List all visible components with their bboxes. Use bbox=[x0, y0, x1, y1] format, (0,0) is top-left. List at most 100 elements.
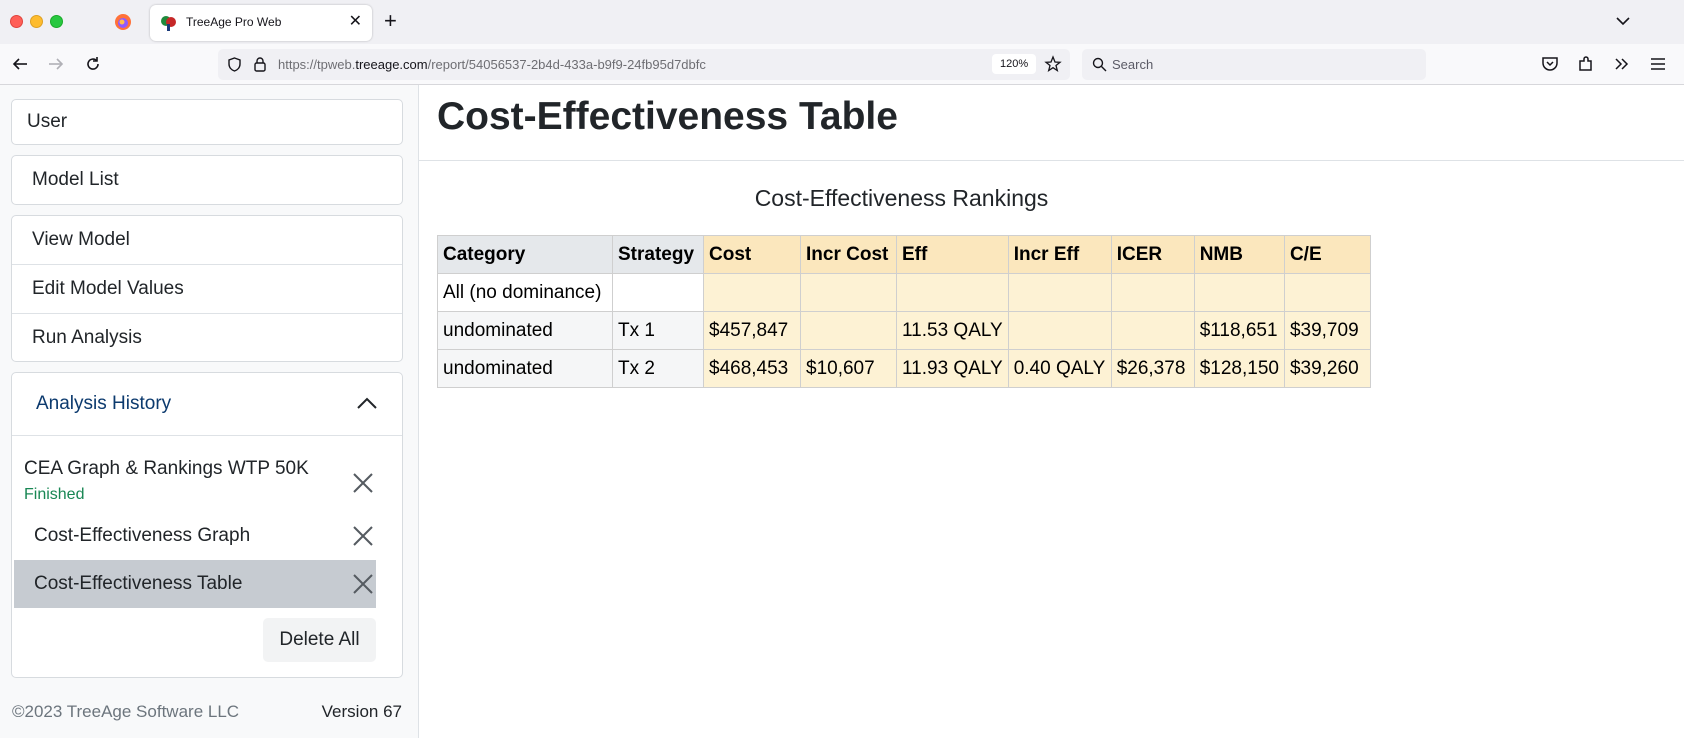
cell-nmb bbox=[1193, 273, 1285, 312]
reload-icon[interactable] bbox=[83, 54, 103, 74]
search-bar[interactable]: Search bbox=[1082, 49, 1426, 80]
cell-incr-cost bbox=[800, 273, 897, 312]
url-path: /report/54056537-2b4d-433a-b9f9-24fb95d7… bbox=[427, 57, 706, 72]
column-header-cost: Cost bbox=[703, 235, 801, 274]
page-title: Cost-Effectiveness Table bbox=[437, 95, 898, 138]
analysis-history-toggle[interactable]: Analysis History bbox=[12, 373, 402, 436]
cell-incr-eff: 0.40 QALY bbox=[1007, 349, 1112, 388]
column-header-strategy: Strategy bbox=[612, 235, 704, 274]
column-header-category: Category bbox=[437, 235, 613, 274]
url-text[interactable]: https://tpweb.treeage.com/report/5405653… bbox=[278, 57, 706, 72]
url-host: treeage.com bbox=[355, 57, 428, 72]
column-header-eff: Eff bbox=[896, 235, 1009, 274]
url-bar[interactable]: https://tpweb.treeage.com/report/5405653… bbox=[218, 49, 1070, 80]
bookmark-star-icon[interactable] bbox=[1044, 55, 1062, 73]
tab-treeage-pro-web[interactable]: TreeAge Pro Web ✕ bbox=[150, 5, 372, 41]
window-zoom-button[interactable] bbox=[50, 15, 63, 28]
table-row: undominated Tx 1 $457,847 11.53 QALY $11… bbox=[437, 311, 1371, 350]
zoom-level-button[interactable]: 120% bbox=[992, 54, 1037, 74]
url-scheme: https://tpweb. bbox=[278, 57, 356, 72]
column-header-incr-cost: Incr Cost bbox=[800, 235, 897, 274]
cell-eff: 11.93 QALY bbox=[896, 349, 1009, 388]
table-row: undominated Tx 2 $468,453 $10,607 11.93 … bbox=[437, 349, 1371, 388]
list-all-tabs-chevron-icon[interactable] bbox=[1614, 12, 1632, 30]
cell-cost: $468,453 bbox=[703, 349, 801, 388]
column-header-icer: ICER bbox=[1110, 235, 1195, 274]
tracking-protection-shield-icon[interactable] bbox=[226, 56, 243, 73]
delete-all-button[interactable]: Delete All bbox=[263, 618, 376, 662]
copyright-text: ©2023 TreeAge Software LLC bbox=[12, 702, 240, 721]
report-item-label: Cost-Effectiveness Table bbox=[34, 573, 243, 594]
cost-effectiveness-table: Category Strategy Cost Incr Cost Eff Inc… bbox=[437, 235, 1371, 388]
table-caption: Cost-Effectiveness Rankings bbox=[754, 185, 1049, 211]
forward-arrow-icon[interactable] bbox=[46, 54, 66, 74]
window-close-button[interactable] bbox=[10, 15, 23, 28]
cell-eff: 11.53 QALY bbox=[896, 311, 1009, 350]
table-header-row: Category Strategy Cost Incr Cost Eff Inc… bbox=[437, 235, 1371, 274]
cell-cost bbox=[703, 273, 801, 312]
cell-strategy: Tx 1 bbox=[612, 311, 704, 350]
tab-title: TreeAge Pro Web bbox=[186, 15, 282, 29]
treeage-favicon-icon bbox=[161, 16, 176, 31]
edit-model-values-link[interactable]: Edit Model Values bbox=[12, 265, 402, 314]
cell-incr-eff bbox=[1007, 311, 1112, 350]
cell-cost: $457,847 bbox=[703, 311, 801, 350]
delete-run-x-icon[interactable] bbox=[352, 472, 374, 494]
model-menu-card: View Model Edit Model Values Run Analysi… bbox=[11, 215, 403, 362]
cell-ce: $39,709 bbox=[1283, 311, 1371, 350]
cell-ce bbox=[1283, 273, 1371, 312]
extensions-puzzle-icon[interactable] bbox=[1576, 54, 1596, 74]
table-row: All (no dominance) bbox=[437, 273, 1371, 312]
cell-nmb: $118,651 bbox=[1193, 311, 1285, 350]
more-tools-chevrons-icon[interactable] bbox=[1612, 54, 1632, 74]
column-header-nmb: NMB bbox=[1193, 235, 1285, 274]
new-tab-icon[interactable]: + bbox=[384, 10, 397, 32]
analysis-run-status: Finished bbox=[24, 486, 85, 503]
report-item-label: Cost-Effectiveness Graph bbox=[34, 525, 251, 546]
back-arrow-icon[interactable] bbox=[10, 54, 30, 74]
cell-strategy bbox=[612, 273, 704, 312]
cell-nmb: $128,150 bbox=[1193, 349, 1285, 388]
window-minimize-button[interactable] bbox=[30, 15, 43, 28]
cell-eff bbox=[896, 273, 1009, 312]
report-item-cost-effectiveness-table[interactable]: Cost-Effectiveness Table bbox=[14, 560, 376, 608]
cell-incr-cost: $10,607 bbox=[800, 349, 897, 388]
column-header-incr-eff: Incr Eff bbox=[1007, 235, 1112, 274]
run-analysis-link[interactable]: Run Analysis bbox=[12, 314, 402, 362]
cell-category: undominated bbox=[437, 311, 613, 350]
cell-incr-eff bbox=[1007, 273, 1112, 312]
delete-report-x-icon[interactable] bbox=[352, 573, 374, 595]
browser-tab-bar: TreeAge Pro Web ✕ + bbox=[0, 0, 1684, 45]
user-card: User bbox=[11, 99, 403, 145]
model-list-card: Model List bbox=[11, 155, 403, 205]
lock-icon[interactable] bbox=[252, 56, 268, 73]
cell-ce: $39,260 bbox=[1283, 349, 1371, 388]
cell-icer: $26,378 bbox=[1110, 349, 1195, 388]
delete-report-x-icon[interactable] bbox=[352, 525, 374, 547]
user-link[interactable]: User bbox=[12, 100, 402, 144]
model-list-link[interactable]: Model List bbox=[12, 156, 402, 204]
sidebar: User Model List View Model Edit Model Va… bbox=[0, 85, 419, 738]
pocket-icon[interactable] bbox=[1540, 54, 1560, 74]
cell-category: All (no dominance) bbox=[437, 273, 613, 312]
version-text: Version 67 bbox=[321, 702, 402, 721]
chevron-up-icon[interactable] bbox=[356, 395, 378, 411]
analysis-history-label: Analysis History bbox=[36, 393, 172, 414]
browser-nav-bar: https://tpweb.treeage.com/report/5405653… bbox=[0, 44, 1684, 85]
cell-incr-cost bbox=[800, 311, 897, 350]
firefox-view-icon[interactable] bbox=[114, 13, 132, 31]
cell-category: undominated bbox=[437, 349, 613, 388]
column-header-ce: C/E bbox=[1283, 235, 1371, 274]
view-model-link[interactable]: View Model bbox=[12, 216, 402, 265]
report-item-cost-effectiveness-graph[interactable]: Cost-Effectiveness Graph bbox=[14, 512, 376, 560]
main-content: Cost-Effectiveness Table Cost-Effectiven… bbox=[419, 85, 1684, 738]
cell-icer bbox=[1110, 311, 1195, 350]
analysis-run-title[interactable]: CEA Graph & Rankings WTP 50K bbox=[24, 458, 309, 480]
analysis-run-item[interactable]: CEA Graph & Rankings WTP 50K Finished bbox=[14, 458, 376, 510]
tab-close-icon[interactable]: ✕ bbox=[349, 14, 362, 30]
title-divider bbox=[419, 160, 1684, 161]
search-icon bbox=[1092, 57, 1107, 72]
search-placeholder: Search bbox=[1112, 57, 1154, 72]
cell-strategy: Tx 2 bbox=[612, 349, 704, 388]
hamburger-menu-icon[interactable] bbox=[1648, 54, 1668, 74]
